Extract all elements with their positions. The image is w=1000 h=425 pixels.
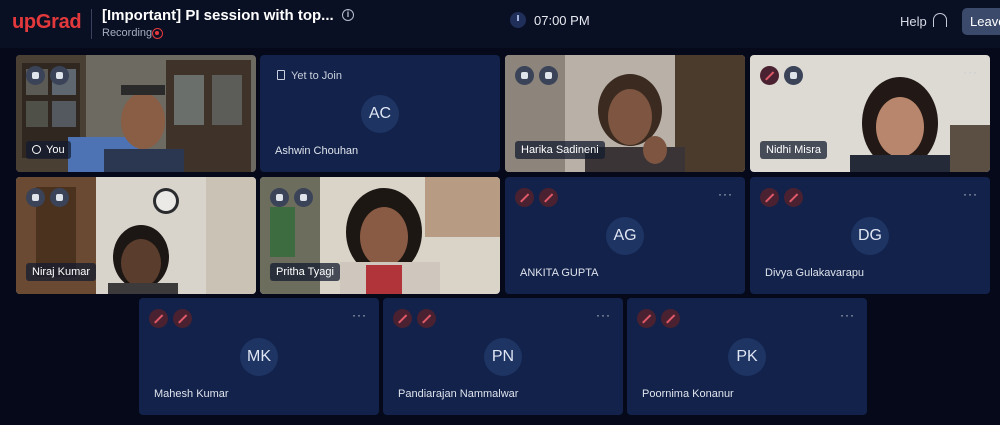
participant-tile-mahesh[interactable]: ··· MK Mahesh Kumar xyxy=(139,298,379,415)
participant-tile-ankita[interactable]: ··· AG ANKITA GUPTA xyxy=(505,177,745,294)
avatar: AC xyxy=(361,95,399,133)
participant-name: Nidhi Misra xyxy=(760,141,828,159)
participant-tile-pritha[interactable]: Pritha Tyagi xyxy=(260,177,500,294)
participant-name: Pandiarajan Nammalwar xyxy=(398,388,519,400)
participant-name: ANKITA GUPTA xyxy=(520,267,599,279)
participant-tile-poornima[interactable]: ··· PK Poornima Konanur xyxy=(627,298,867,415)
participant-name: Ashwin Chouhan xyxy=(275,145,359,157)
headset-icon[interactable] xyxy=(933,13,947,27)
mic-icon xyxy=(515,66,534,85)
camera-off-icon xyxy=(173,309,192,328)
user-icon xyxy=(32,145,41,154)
participant-name: You xyxy=(26,141,71,159)
participant-name: Poornima Konanur xyxy=(642,388,734,400)
mic-off-icon xyxy=(760,66,779,85)
info-icon[interactable]: i xyxy=(342,9,354,21)
camera-icon xyxy=(294,188,313,207)
participant-name: Niraj Kumar xyxy=(26,263,97,281)
avatar: MK xyxy=(240,338,278,376)
camera-icon xyxy=(50,66,69,85)
participant-tile-nidhi[interactable]: ··· Nidhi Misra xyxy=(750,55,990,172)
leave-button[interactable]: Leave xyxy=(962,8,1000,35)
mic-icon xyxy=(26,66,45,85)
participant-tile-pandiarajan[interactable]: ··· PN Pandiarajan Nammalwar xyxy=(383,298,623,415)
more-options-icon[interactable]: ··· xyxy=(352,308,367,322)
door-icon xyxy=(277,70,285,80)
more-options-icon[interactable]: ··· xyxy=(596,308,611,322)
participant-tile-harika[interactable]: Harika Sadineni xyxy=(505,55,745,172)
help-button[interactable]: Help xyxy=(900,14,927,29)
camera-off-icon xyxy=(661,309,680,328)
recording-icon xyxy=(152,28,163,39)
mic-off-icon xyxy=(149,309,168,328)
participant-tile-you[interactable]: You xyxy=(16,55,256,172)
avatar: PK xyxy=(728,338,766,376)
session-title: [Important] PI session with top... xyxy=(102,7,334,24)
participant-tile-niraj[interactable]: Niraj Kumar xyxy=(16,177,256,294)
camera-icon xyxy=(50,188,69,207)
participant-name: Pritha Tyagi xyxy=(270,263,340,281)
more-options-icon[interactable]: ··· xyxy=(840,308,855,322)
avatar: AG xyxy=(606,217,644,255)
participant-tile-ashwin[interactable]: Yet to Join AC Ashwin Chouhan xyxy=(260,55,500,172)
participant-name: Divya Gulakavarapu xyxy=(765,267,865,279)
yet-to-join-status: Yet to Join xyxy=(277,70,342,82)
header-divider xyxy=(91,9,92,39)
participant-name: Harika Sadineni xyxy=(515,141,605,159)
participant-name: Mahesh Kumar xyxy=(154,388,229,400)
camera-off-icon xyxy=(539,188,558,207)
more-options-icon[interactable]: ··· xyxy=(718,187,733,201)
clock-icon xyxy=(510,12,526,28)
mic-off-icon xyxy=(515,188,534,207)
camera-icon xyxy=(539,66,558,85)
top-bar: upGrad [Important] PI session with top..… xyxy=(0,0,1000,48)
mic-icon xyxy=(26,188,45,207)
participant-tile-divya[interactable]: ··· DG Divya Gulakavarapu xyxy=(750,177,990,294)
mic-icon xyxy=(270,188,289,207)
upgrad-logo: upGrad xyxy=(12,11,82,33)
more-options-icon[interactable]: ··· xyxy=(963,187,978,201)
mic-off-icon xyxy=(760,188,779,207)
mic-off-icon xyxy=(393,309,412,328)
avatar: DG xyxy=(851,217,889,255)
camera-off-icon xyxy=(417,309,436,328)
mic-off-icon xyxy=(637,309,656,328)
more-options-icon[interactable]: ··· xyxy=(963,65,978,79)
recording-label: Recording xyxy=(102,27,153,39)
session-time: 07:00 PM xyxy=(534,13,590,28)
camera-icon xyxy=(784,66,803,85)
camera-off-icon xyxy=(784,188,803,207)
avatar: PN xyxy=(484,338,522,376)
